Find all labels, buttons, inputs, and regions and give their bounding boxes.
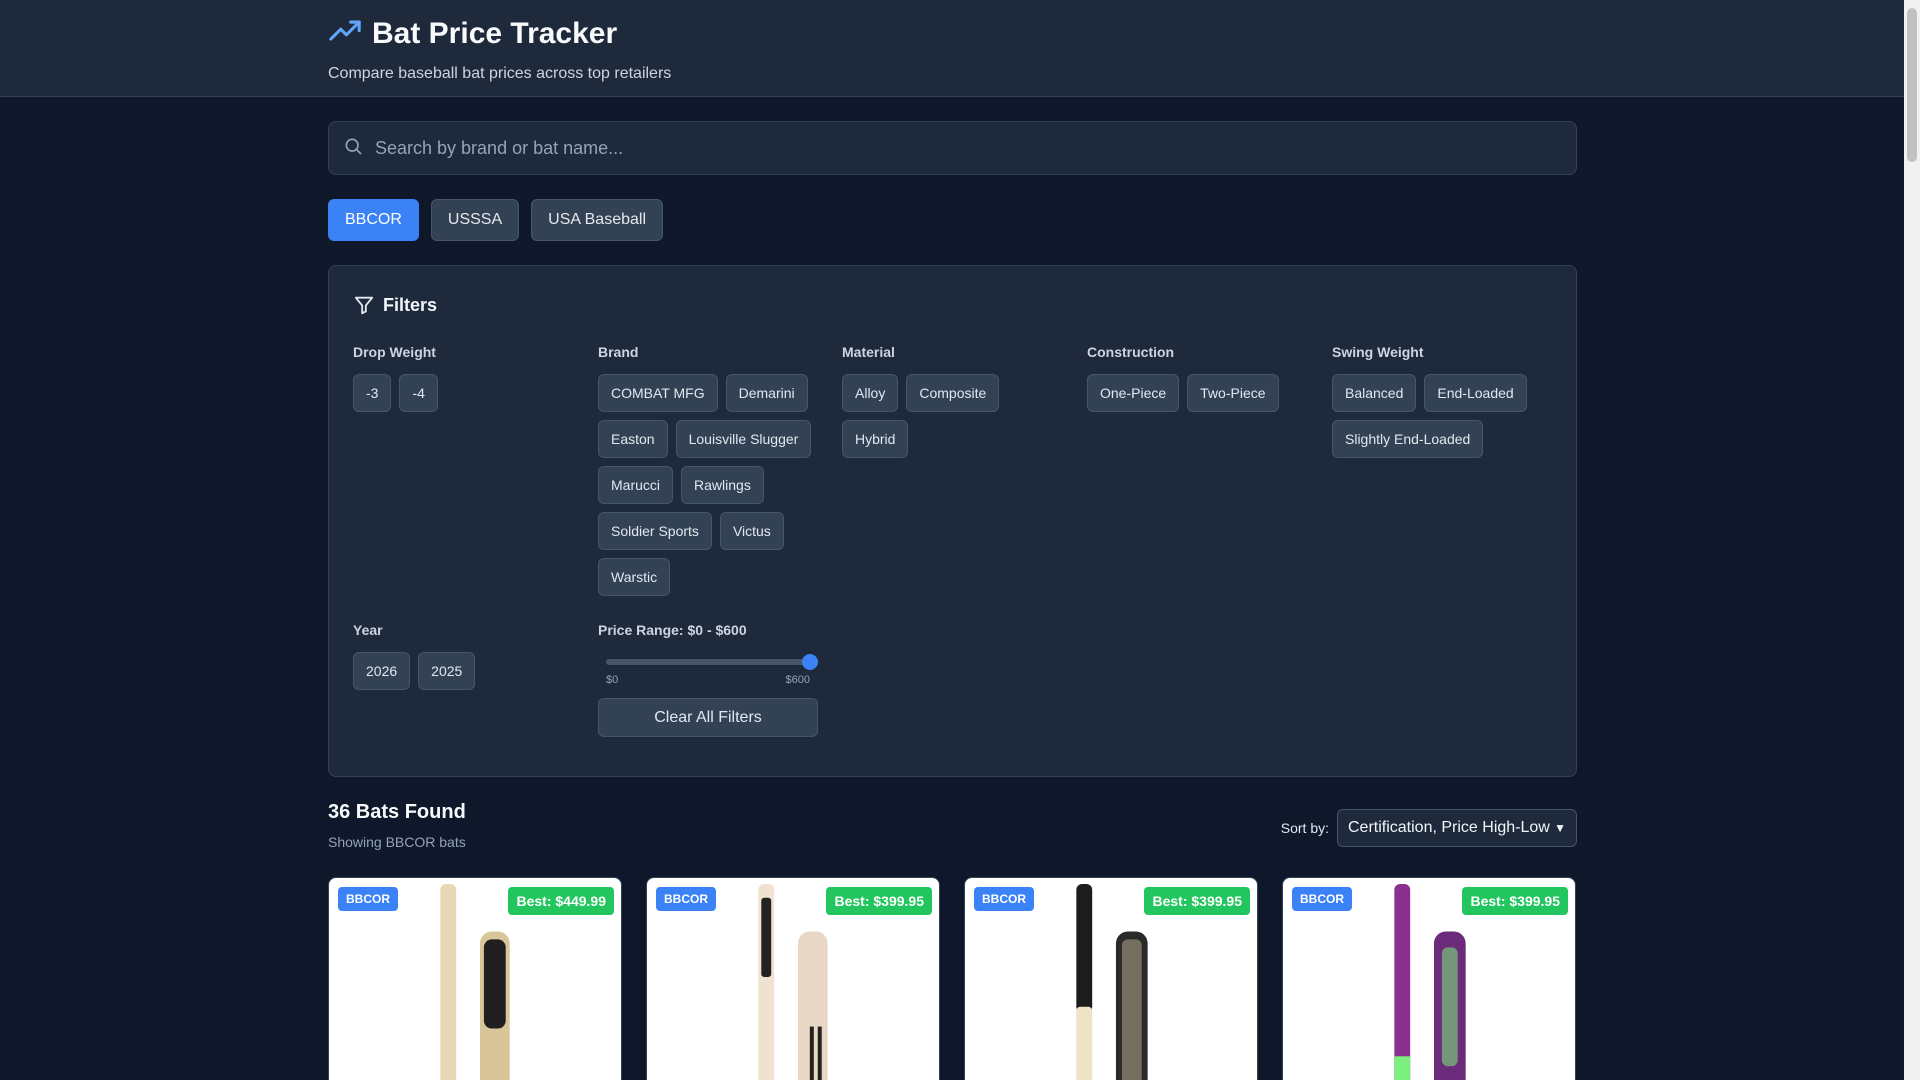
filter-chip-swing-weight[interactable]: Balanced xyxy=(1332,374,1417,412)
sort-select[interactable]: Certification, Price High-Low ▼ xyxy=(1337,809,1577,847)
bat-card-grid: BBCOR Best: $449.99 BBCOR Best: $399.95 … xyxy=(328,877,1576,1080)
filter-chip-brand[interactable]: Demarini xyxy=(725,374,808,412)
bat-card[interactable]: BBCOR Best: $399.95 xyxy=(964,877,1258,1080)
filter-chip-brand[interactable]: Louisville Slugger xyxy=(675,420,812,458)
filter-group-year: Year 2026 2025 xyxy=(353,622,583,690)
filters-title: Filters xyxy=(383,294,438,315)
search-icon xyxy=(343,136,363,161)
filter-group-drop-weight: Drop Weight -3 -4 xyxy=(353,344,583,412)
filter-chip-year-2026[interactable]: 2026 xyxy=(353,652,411,690)
certification-badge: BBCOR xyxy=(656,887,716,911)
best-price-badge: Best: $399.95 xyxy=(1462,887,1568,915)
price-min-label: $0 xyxy=(606,674,619,686)
bat-card[interactable]: BBCOR Best: $399.95 xyxy=(1282,877,1576,1080)
price-max-label: $600 xyxy=(785,674,810,686)
filter-chip-swing-weight[interactable]: Slightly End-Loaded xyxy=(1332,420,1484,458)
certification-badge: BBCOR xyxy=(1292,887,1352,911)
results-count: 36 Bats Found xyxy=(328,801,466,823)
filter-label-material: Material xyxy=(842,344,895,360)
filter-group-brand: Brand COMBAT MFG Demarini Easton Louisvi… xyxy=(598,344,824,596)
price-range-filter: Price Range: $0 - $600 $0 $600 Clear All… xyxy=(598,622,818,737)
sort-label: Sort by: xyxy=(1280,820,1329,836)
best-price-badge: Best: $399.95 xyxy=(826,887,932,915)
filter-label-swing-weight: Swing Weight xyxy=(1332,344,1424,360)
results-subtitle: Showing BBCOR bats xyxy=(328,834,466,850)
filter-chip-brand[interactable]: COMBAT MFG xyxy=(598,374,718,412)
filter-icon xyxy=(353,294,375,316)
filter-chip-construction[interactable]: One-Piece xyxy=(1087,374,1180,412)
filter-chip-construction[interactable]: Two-Piece xyxy=(1187,374,1279,412)
clear-filters-button[interactable]: Clear All Filters xyxy=(598,698,818,737)
search-bar[interactable] xyxy=(328,121,1577,175)
certification-badge: BBCOR xyxy=(974,887,1034,911)
page-subtitle: Compare baseball bat prices across top r… xyxy=(328,65,672,82)
page-title: Bat Price Tracker xyxy=(372,17,618,50)
filter-chip-brand[interactable]: Warstic xyxy=(598,558,671,596)
filter-group-material: Material Alloy Composite Hybrid xyxy=(842,344,1042,458)
certification-tabs: BBCOR USSSA USA Baseball xyxy=(328,199,663,241)
filter-group-swing-weight: Swing Weight Balanced End-Loaded Slightl… xyxy=(1332,344,1542,458)
filter-chip-brand[interactable]: Marucci xyxy=(598,466,674,504)
filter-chip-brand[interactable]: Soldier Sports xyxy=(598,512,712,550)
tab-bbcor[interactable]: BBCOR xyxy=(328,199,419,241)
filter-label-construction: Construction xyxy=(1087,344,1175,360)
filter-chip-brand[interactable]: Easton xyxy=(598,420,668,458)
chevron-down-icon: ▼ xyxy=(1554,821,1566,835)
slider-fill xyxy=(606,659,810,665)
scrollbar-thumb[interactable] xyxy=(1907,8,1917,162)
filter-chip-swing-weight[interactable]: End-Loaded xyxy=(1424,374,1527,412)
filter-label-brand: Brand xyxy=(598,344,639,360)
search-input[interactable] xyxy=(375,137,1555,159)
best-price-badge: Best: $399.95 xyxy=(1144,887,1250,915)
sort-value: Certification, Price High-Low xyxy=(1348,819,1550,836)
filter-chip-drop-4[interactable]: -4 xyxy=(399,374,438,412)
sort-control: Sort by: Certification, Price High-Low ▼ xyxy=(1281,809,1577,847)
filter-chip-material[interactable]: Hybrid xyxy=(842,420,909,458)
tab-usa-baseball[interactable]: USA Baseball xyxy=(531,199,663,241)
filter-chip-material[interactable]: Alloy xyxy=(842,374,899,412)
tab-usssa[interactable]: USSSA xyxy=(430,199,520,241)
filter-chip-brand[interactable]: Rawlings xyxy=(681,466,764,504)
certification-badge: BBCOR xyxy=(338,887,398,911)
filters-panel: Filters Drop Weight -3 -4 Brand COMBAT M… xyxy=(328,265,1577,777)
filter-chip-brand[interactable]: Victus xyxy=(719,512,784,550)
filter-label-year: Year xyxy=(353,622,383,638)
best-price-badge: Best: $449.99 xyxy=(508,887,614,915)
bat-card[interactable]: BBCOR Best: $399.95 xyxy=(646,877,940,1080)
price-range-slider[interactable] xyxy=(606,652,818,672)
filter-label-drop-weight: Drop Weight xyxy=(353,344,436,360)
filter-chip-year-2025[interactable]: 2025 xyxy=(418,652,476,690)
app-header: Bat Price Tracker Compare baseball bat p… xyxy=(0,0,1904,97)
slider-thumb[interactable] xyxy=(802,654,818,670)
filter-chip-material[interactable]: Composite xyxy=(906,374,1000,412)
filter-chip-drop-3[interactable]: -3 xyxy=(353,374,392,412)
trending-up-icon xyxy=(328,15,362,54)
page-scrollbar[interactable] xyxy=(1904,0,1920,1080)
bat-card[interactable]: BBCOR Best: $449.99 xyxy=(328,877,622,1080)
filter-group-construction: Construction One-Piece Two-Piece xyxy=(1087,344,1317,412)
price-range-label: Price Range: $0 - $600 xyxy=(598,622,747,638)
